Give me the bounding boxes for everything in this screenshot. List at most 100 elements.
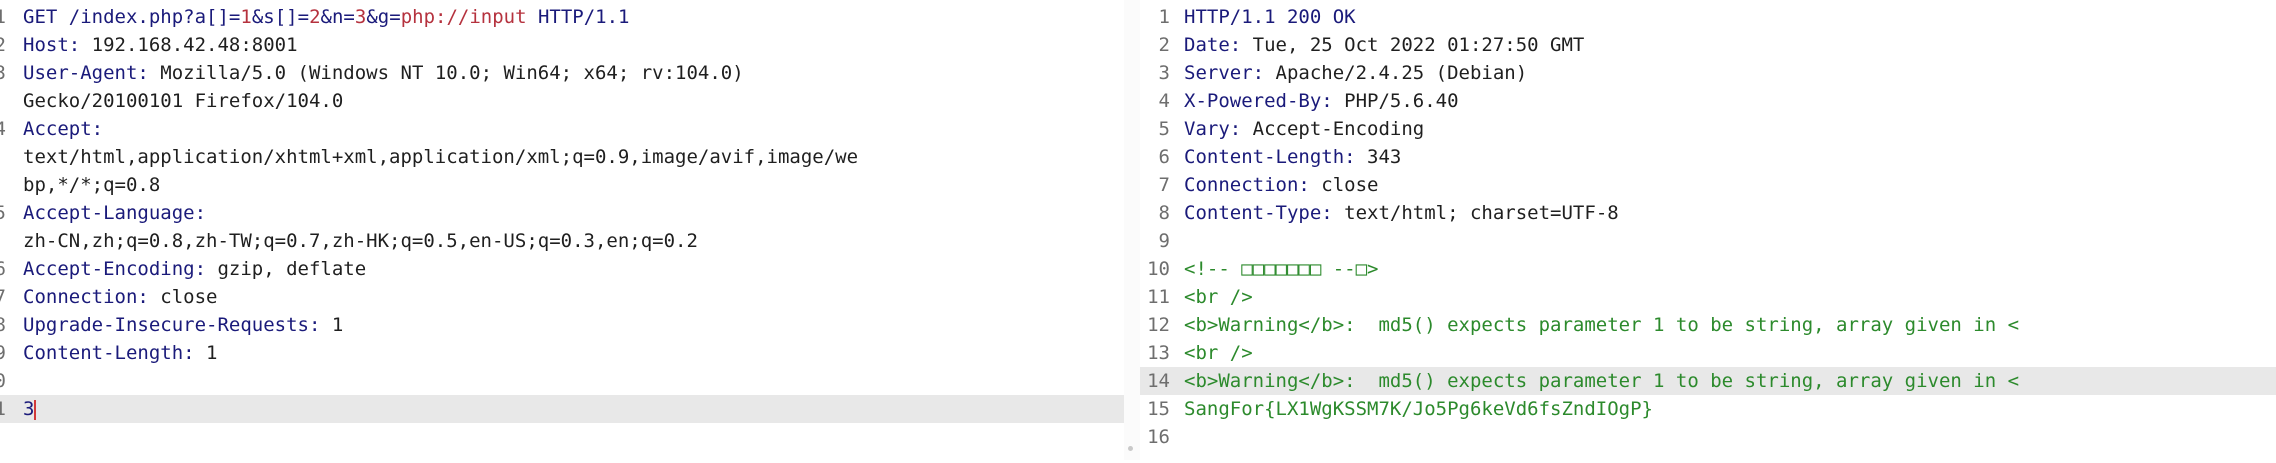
request-line[interactable]: 0	[0, 367, 1124, 395]
line-text: GET /index.php?a[]=1&s[]=2&n=3&g=php://i…	[23, 3, 629, 31]
line-text: Accept-Language:	[23, 199, 206, 227]
line-number: 7	[1158, 174, 1170, 196]
token: 1	[240, 6, 252, 28]
token: n	[331, 6, 344, 28]
response-line[interactable]: 1 HTTP/1.1 200 OK	[1140, 3, 2276, 31]
token: HTTP/1.1 200 OK	[1184, 6, 1356, 28]
token: Gecko/20100101 Firefox/104.0	[23, 90, 344, 112]
line-text: zh-CN,zh;q=0.8,zh-TW;q=0.7,zh-HK;q=0.5,e…	[23, 227, 698, 255]
request-line[interactable]: Gecko/20100101 Firefox/104.0	[0, 87, 1124, 115]
line-number: 5	[0, 202, 6, 224]
token: 343	[1367, 146, 1402, 168]
line-number: 6	[1158, 146, 1170, 168]
line-text: Gecko/20100101 Firefox/104.0	[23, 87, 343, 115]
line-number: 4	[0, 118, 6, 140]
line-text: 3	[23, 395, 37, 423]
line-text: <b>Warning</b>: md5() expects parameter …	[1184, 367, 2019, 395]
token: Accept-Encoding	[1252, 118, 1425, 140]
response-line[interactable]: 9	[1140, 227, 2276, 255]
line-number: 4	[1158, 90, 1170, 112]
line-number: 8	[0, 314, 6, 336]
token: Connection:	[23, 286, 161, 308]
response-line[interactable]: 8 Content-Type: text/html; charset=UTF-8	[1140, 199, 2276, 227]
line-text: HTTP/1.1 200 OK	[1184, 3, 1356, 31]
token: 192.168.42.48:8001	[91, 34, 298, 56]
pane-splitter[interactable]	[1124, 0, 1140, 460]
line-number: 12	[1147, 314, 1170, 336]
line-text: <!-- □□□□□□□ --□>	[1184, 255, 1378, 283]
token: close	[160, 286, 218, 308]
line-number: 1	[1158, 6, 1170, 28]
request-line[interactable]: text/html,application/xhtml+xml,applicat…	[0, 143, 1124, 171]
token: &	[366, 6, 378, 28]
line-text: Content-Type: text/html; charset=UTF-8	[1184, 199, 1619, 227]
token: =	[297, 6, 310, 28]
line-number: 9	[0, 342, 6, 364]
token: <br />	[1184, 342, 1253, 364]
line-number: 1	[0, 6, 6, 28]
request-line[interactable]: 7 Connection: close	[0, 283, 1124, 311]
line-number: 5	[1158, 118, 1170, 140]
token: s[]	[263, 6, 298, 28]
response-line[interactable]: 5 Vary: Accept-Encoding	[1140, 115, 2276, 143]
request-line[interactable]: 9 Content-Length: 1	[0, 339, 1124, 367]
token: 2	[309, 6, 321, 28]
token: X-Powered-By:	[1184, 90, 1345, 112]
response-line[interactable]: 6 Content-Length: 343	[1140, 143, 2276, 171]
token: User-Agent:	[23, 62, 161, 84]
token: =	[389, 6, 401, 28]
token: HTTP/1.1	[526, 6, 630, 28]
response-viewer-pane[interactable]: 1 HTTP/1.1 200 OK 2 Date: Tue, 25 Oct 2022 …	[1140, 0, 2276, 463]
request-line[interactable]: 8 Upgrade-Insecure-Requests: 1	[0, 311, 1124, 339]
request-editor-pane[interactable]: 1 GET /index.php?a[]=1&s[]=2&n=3&g=php://…	[0, 0, 1124, 463]
line-text: bp,*/*;q=0.8	[23, 171, 160, 199]
line-number: 11	[1147, 286, 1170, 308]
line-number: 3	[1158, 62, 1170, 84]
response-line[interactable]: 2 Date: Tue, 25 Oct 2022 01:27:50 GMT	[1140, 31, 2276, 59]
response-line[interactable]: 13 <br />	[1140, 339, 2276, 367]
line-text: Upgrade-Insecure-Requests: 1	[23, 311, 343, 339]
token: SangFor{LX1WgKSSM7K/Jo5Pg6keVd6fsZndIOgP…	[1184, 398, 1653, 420]
response-line[interactable]: 7 Connection: close	[1140, 171, 2276, 199]
token: Host:	[23, 34, 92, 56]
line-text: Connection: close	[23, 283, 217, 311]
response-line[interactable]: 12 <b>Warning</b>: md5() expects paramete…	[1140, 311, 2276, 339]
response-line[interactable]: 11 <br />	[1140, 283, 2276, 311]
line-text: <br />	[1184, 339, 1253, 367]
request-line[interactable]: 13	[0, 395, 1124, 423]
token: Apache/2.4.25 (Debian)	[1275, 62, 1528, 84]
http-editor: 1 GET /index.php?a[]=1&s[]=2&n=3&g=php://…	[0, 0, 2276, 460]
line-text: Content-Length: 343	[1184, 143, 1401, 171]
request-line[interactable]: 6 Accept-Encoding: gzip, deflate	[0, 255, 1124, 283]
response-line[interactable]: 4 X-Powered-By: PHP/5.6.40	[1140, 87, 2276, 115]
token: 3	[354, 6, 367, 28]
token: text/html,application/xhtml+xml,applicat…	[23, 146, 859, 168]
line-number: 9	[1158, 230, 1170, 252]
token: g	[377, 6, 390, 28]
request-line[interactable]: 5 Accept-Language:	[0, 199, 1124, 227]
line-number: 0	[0, 370, 6, 392]
request-line[interactable]: 3 User-Agent: Mozilla/5.0 (Windows NT 10.…	[0, 59, 1124, 87]
response-line[interactable]: 10 <!-- □□□□□□□ --□>	[1140, 255, 2276, 283]
token: php://input	[400, 6, 527, 28]
line-text: Vary: Accept-Encoding	[1184, 115, 1424, 143]
response-line[interactable]: 15 SangFor{LX1WgKSSM7K/Jo5Pg6keVd6fsZndIO…	[1140, 395, 2276, 423]
line-text: Host: 192.168.42.48:8001	[23, 31, 298, 59]
response-line[interactable]: 3 Server: Apache/2.4.25 (Debian)	[1140, 59, 2276, 87]
line-number: 2	[1158, 34, 1170, 56]
request-line[interactable]: zh-CN,zh;q=0.8,zh-TW;q=0.7,zh-HK;q=0.5,e…	[0, 227, 1124, 255]
token: Date:	[1184, 34, 1253, 56]
request-line[interactable]: 4 Accept:	[0, 115, 1124, 143]
request-line[interactable]: 2 Host: 192.168.42.48:8001	[0, 31, 1124, 59]
request-line[interactable]: bp,*/*;q=0.8	[0, 171, 1124, 199]
token: Mozilla/5.0 (Windows NT 10.0; Win64; x64…	[160, 62, 744, 84]
token: <br />	[1184, 286, 1253, 308]
text-cursor	[34, 399, 37, 420]
response-line[interactable]: 16	[1140, 423, 2276, 451]
splitter-handle-icon[interactable]	[1128, 446, 1133, 451]
line-text: Accept-Encoding: gzip, deflate	[23, 255, 366, 283]
request-line[interactable]: 1 GET /index.php?a[]=1&s[]=2&n=3&g=php://…	[0, 3, 1124, 31]
line-number: 2	[0, 34, 6, 56]
response-line[interactable]: 14 <b>Warning</b>: md5() expects paramete…	[1140, 367, 2276, 395]
line-text: Date: Tue, 25 Oct 2022 01:27:50 GMT	[1184, 31, 1584, 59]
